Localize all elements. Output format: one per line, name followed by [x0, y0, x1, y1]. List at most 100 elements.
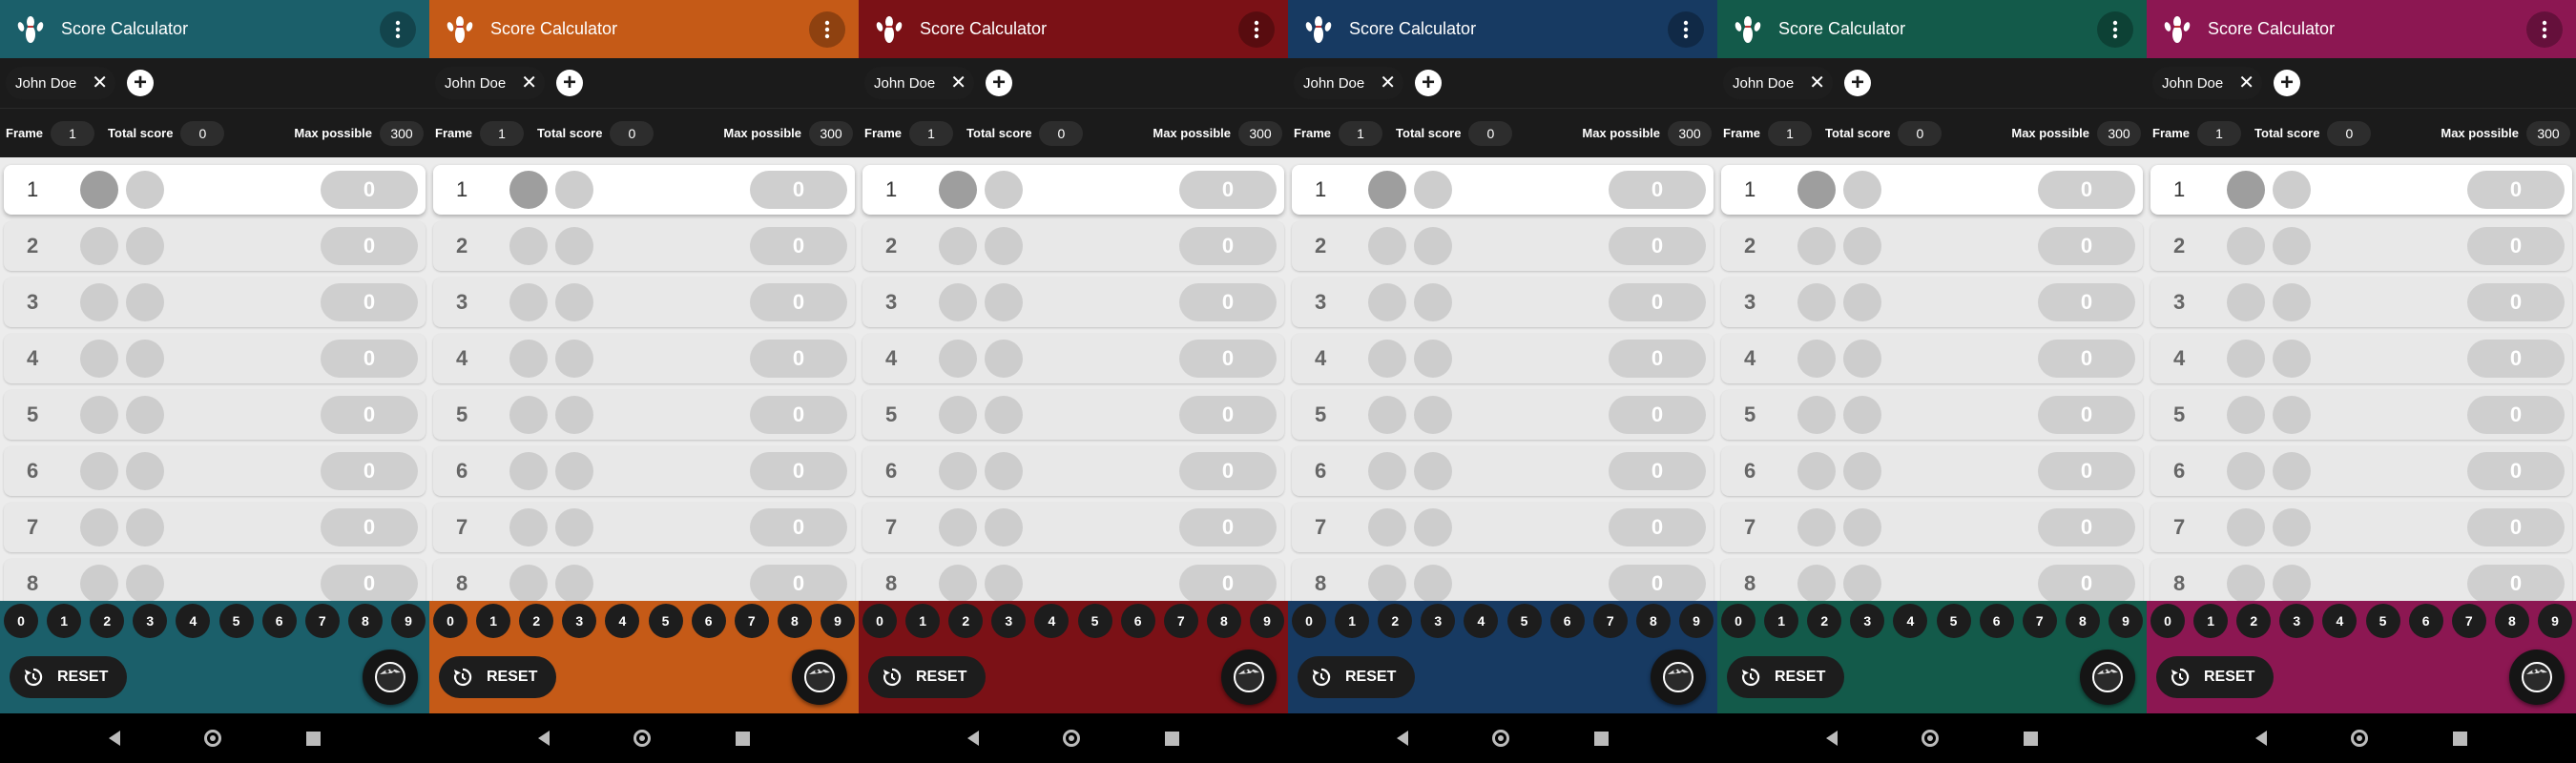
frame-row[interactable]: 40	[4, 334, 426, 383]
pin-key-3[interactable]: 3	[1850, 604, 1885, 638]
player-chip[interactable]: John Doe ✕	[864, 67, 974, 99]
pin-key-1[interactable]: 1	[905, 604, 941, 638]
frame-row[interactable]: 20	[433, 221, 855, 271]
frame-row[interactable]: 80	[1721, 559, 2143, 601]
frame-row[interactable]: 30	[1292, 278, 1714, 327]
pin-key-2[interactable]: 2	[948, 604, 984, 638]
pin-key-5[interactable]: 5	[648, 604, 683, 638]
pin-key-4[interactable]: 4	[1034, 604, 1070, 638]
remove-player-icon[interactable]: ✕	[950, 73, 966, 93]
frame-row[interactable]: 10	[4, 165, 426, 215]
frame-row[interactable]: 60	[862, 446, 1284, 496]
overflow-menu-button[interactable]	[809, 10, 845, 48]
reset-button[interactable]: RESET	[1298, 656, 1416, 698]
overflow-menu-button[interactable]	[2526, 10, 2563, 48]
nav-back-icon[interactable]	[1397, 731, 1409, 746]
pin-key-9[interactable]: 9	[390, 604, 426, 638]
overflow-menu-button[interactable]	[2097, 10, 2133, 48]
pin-key-6[interactable]: 6	[691, 604, 726, 638]
pin-key-4[interactable]: 4	[176, 604, 211, 638]
frames-list[interactable]: 1020304050607080	[1717, 157, 2147, 601]
pin-key-0[interactable]: 0	[1721, 604, 1755, 638]
frame-row[interactable]: 70	[862, 503, 1284, 552]
nav-back-icon[interactable]	[967, 731, 980, 746]
player-chip[interactable]: John Doe ✕	[2152, 67, 2262, 99]
pin-key-0[interactable]: 0	[4, 604, 38, 638]
frame-row[interactable]: 50	[2150, 390, 2572, 440]
bowling-ball-button[interactable]	[2509, 650, 2565, 705]
remove-player-icon[interactable]: ✕	[1809, 73, 1825, 93]
pin-key-1[interactable]: 1	[2193, 604, 2229, 638]
remove-player-icon[interactable]: ✕	[2238, 73, 2254, 93]
reset-button[interactable]: RESET	[1727, 656, 1845, 698]
frame-row[interactable]: 20	[2150, 221, 2572, 271]
pin-key-4[interactable]: 4	[1893, 604, 1928, 638]
pin-key-4[interactable]: 4	[605, 604, 640, 638]
pin-key-3[interactable]: 3	[2279, 604, 2315, 638]
frame-row[interactable]: 30	[433, 278, 855, 327]
pin-key-6[interactable]: 6	[261, 604, 297, 638]
nav-home-icon[interactable]	[2351, 730, 2369, 747]
pin-key-5[interactable]: 5	[2365, 604, 2400, 638]
frame-row[interactable]: 40	[862, 334, 1284, 383]
pin-key-5[interactable]: 5	[218, 604, 254, 638]
frame-row[interactable]: 20	[1721, 221, 2143, 271]
frame-row[interactable]: 20	[862, 221, 1284, 271]
frame-row[interactable]: 10	[862, 165, 1284, 215]
frame-row[interactable]: 50	[433, 390, 855, 440]
frame-row[interactable]: 60	[1721, 446, 2143, 496]
frame-row[interactable]: 30	[4, 278, 426, 327]
pin-key-7[interactable]: 7	[304, 604, 340, 638]
frame-row[interactable]: 80	[1292, 559, 1714, 601]
pin-key-3[interactable]: 3	[1421, 604, 1456, 638]
frame-row[interactable]: 10	[433, 165, 855, 215]
reset-button[interactable]: RESET	[2156, 656, 2275, 698]
pin-key-5[interactable]: 5	[1506, 604, 1542, 638]
pin-key-7[interactable]: 7	[2451, 604, 2486, 638]
frame-row[interactable]: 50	[862, 390, 1284, 440]
reset-button[interactable]: RESET	[439, 656, 557, 698]
player-chip[interactable]: John Doe ✕	[1723, 67, 1833, 99]
pin-key-0[interactable]: 0	[433, 604, 467, 638]
player-chip[interactable]: John Doe ✕	[6, 67, 115, 99]
reset-button[interactable]: RESET	[868, 656, 987, 698]
nav-recents-icon[interactable]	[2023, 731, 2038, 746]
pin-key-7[interactable]: 7	[1592, 604, 1628, 638]
frames-list[interactable]: 1020304050607080	[429, 157, 859, 601]
frame-row[interactable]: 70	[1721, 503, 2143, 552]
pin-key-1[interactable]: 1	[1764, 604, 1799, 638]
frame-row[interactable]: 10	[1721, 165, 2143, 215]
remove-player-icon[interactable]: ✕	[92, 73, 108, 93]
nav-recents-icon[interactable]	[305, 731, 321, 746]
frame-row[interactable]: 70	[4, 503, 426, 552]
nav-back-icon[interactable]	[538, 731, 551, 746]
frame-row[interactable]: 40	[433, 334, 855, 383]
pin-key-3[interactable]: 3	[562, 604, 597, 638]
pin-key-9[interactable]: 9	[820, 604, 855, 638]
pin-key-5[interactable]: 5	[1077, 604, 1112, 638]
frames-list[interactable]: 1020304050607080	[1288, 157, 1717, 601]
frame-row[interactable]: 20	[1292, 221, 1714, 271]
frame-row[interactable]: 40	[1292, 334, 1714, 383]
frame-row[interactable]: 70	[433, 503, 855, 552]
frame-row[interactable]: 80	[2150, 559, 2572, 601]
overflow-menu-button[interactable]	[1238, 10, 1275, 48]
pin-key-7[interactable]: 7	[2022, 604, 2057, 638]
frame-row[interactable]: 70	[2150, 503, 2572, 552]
pin-key-5[interactable]: 5	[1936, 604, 1971, 638]
pin-key-7[interactable]: 7	[734, 604, 769, 638]
frame-row[interactable]: 30	[1721, 278, 2143, 327]
add-player-button[interactable]: +	[555, 70, 583, 96]
nav-back-icon[interactable]	[2255, 731, 2268, 746]
pin-key-2[interactable]: 2	[2236, 604, 2272, 638]
frame-row[interactable]: 40	[2150, 334, 2572, 383]
nav-home-icon[interactable]	[1922, 730, 1940, 747]
pin-key-9[interactable]: 9	[1249, 604, 1284, 638]
frame-row[interactable]: 50	[1721, 390, 2143, 440]
frame-row[interactable]: 70	[1292, 503, 1714, 552]
pin-key-6[interactable]: 6	[1549, 604, 1585, 638]
pin-key-2[interactable]: 2	[1378, 604, 1413, 638]
pin-key-8[interactable]: 8	[2494, 604, 2529, 638]
nav-recents-icon[interactable]	[2452, 731, 2467, 746]
nav-home-icon[interactable]	[1492, 730, 1510, 747]
